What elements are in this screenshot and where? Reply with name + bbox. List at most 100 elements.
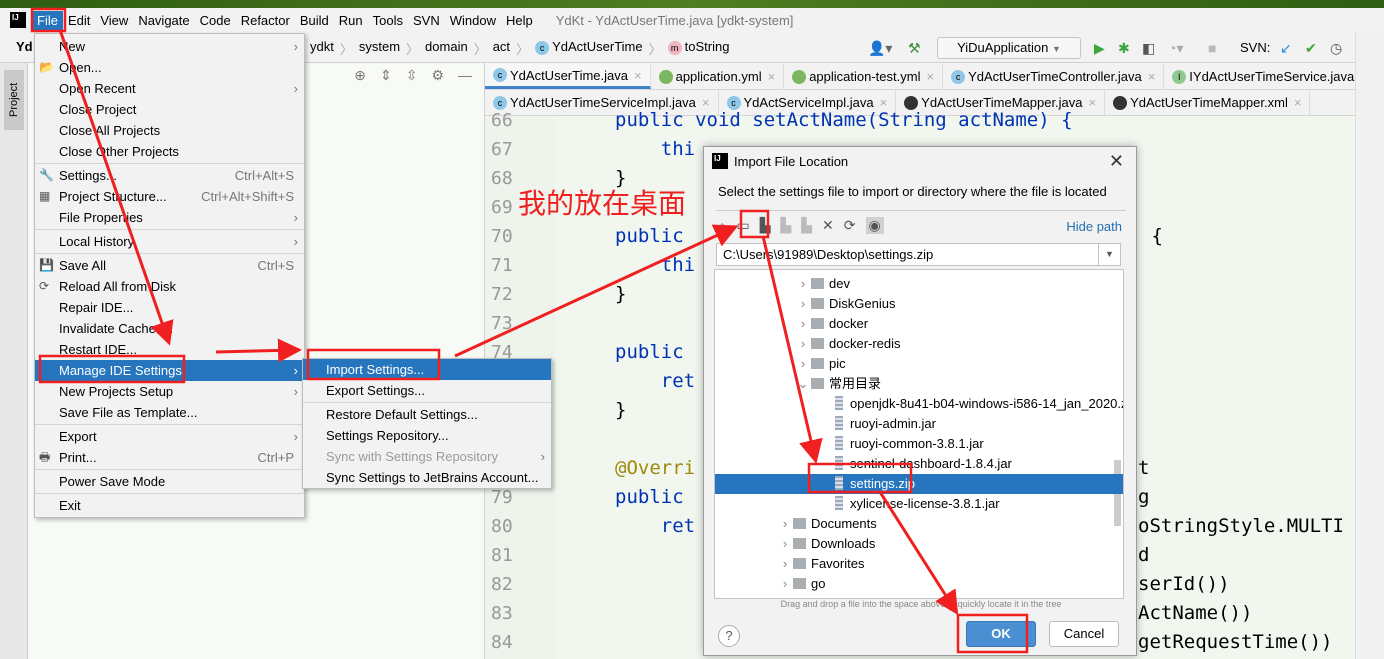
- menu-run[interactable]: Run: [334, 11, 368, 30]
- menu-item-save-file-as-template[interactable]: Save File as Template...: [35, 402, 304, 423]
- expand-all-icon[interactable]: ⇕: [380, 67, 392, 84]
- menu-svn[interactable]: SVN: [408, 11, 445, 30]
- menu-view[interactable]: View: [95, 11, 133, 30]
- tree-item[interactable]: › docker-redis: [715, 334, 1113, 354]
- tree-item[interactable]: › DiskGenius: [715, 294, 1113, 314]
- delete-icon[interactable]: ✕: [822, 217, 834, 234]
- menu-tools[interactable]: Tools: [368, 11, 408, 30]
- tree-item[interactable]: ⌄ 常用目录: [715, 374, 1113, 394]
- breadcrumb-item[interactable]: c YdActUserTime: [535, 39, 643, 58]
- tree-item[interactable]: sentinel-dashboard-1.8.4.jar: [715, 454, 1113, 474]
- new-folder-icon[interactable]: ▙: [801, 217, 812, 234]
- chevron-right-icon[interactable]: ›: [795, 294, 811, 314]
- menu-item-close-other-projects[interactable]: Close Other Projects: [35, 141, 304, 162]
- project-name[interactable]: Yd: [16, 39, 33, 54]
- path-input[interactable]: C:\Users\91989\Desktop\settings.zip ▼: [716, 243, 1121, 266]
- chevron-right-icon[interactable]: ›: [795, 314, 811, 334]
- chevron-right-icon[interactable]: ›: [795, 274, 811, 294]
- user-icon[interactable]: 👤▾: [868, 40, 892, 57]
- menu-item-repair-ide[interactable]: Repair IDE...: [35, 297, 304, 318]
- close-icon[interactable]: ✕: [1109, 151, 1124, 172]
- breadcrumb-item[interactable]: domain: [425, 39, 468, 58]
- tree-item[interactable]: › Documents: [715, 514, 1113, 534]
- tree-item[interactable]: › go: [715, 574, 1113, 594]
- menu-item-restore-default-settings[interactable]: Restore Default Settings...: [303, 404, 551, 425]
- menu-item-settings-repository[interactable]: Settings Repository...: [303, 425, 551, 446]
- menu-item-settings[interactable]: 🔧 Settings... Ctrl+Alt+S: [35, 165, 304, 186]
- menu-item-project-structure[interactable]: ▦ Project Structure... Ctrl+Alt+Shift+S: [35, 186, 304, 207]
- locate-icon[interactable]: ⊕: [354, 67, 366, 84]
- menu-file[interactable]: File: [32, 10, 63, 30]
- help-button[interactable]: ?: [718, 625, 740, 647]
- svn-commit-icon[interactable]: ✔: [1305, 40, 1317, 57]
- debug-icon[interactable]: ✱: [1118, 40, 1130, 57]
- hide-path-link[interactable]: Hide path: [1066, 219, 1122, 234]
- menu-item-manage-ide-settings[interactable]: Manage IDE Settings ›: [35, 360, 304, 381]
- menu-item-close-all-projects[interactable]: Close All Projects: [35, 120, 304, 141]
- coverage-icon[interactable]: ◧: [1142, 40, 1155, 57]
- menu-code[interactable]: Code: [195, 11, 236, 30]
- menu-window[interactable]: Window: [445, 11, 501, 30]
- menu-item-exit[interactable]: Exit: [35, 495, 304, 516]
- menu-refactor[interactable]: Refactor: [236, 11, 295, 30]
- run-icon[interactable]: ▶: [1094, 40, 1105, 57]
- menu-item-save-all[interactable]: 💾 Save All Ctrl+S: [35, 255, 304, 276]
- breadcrumb-item[interactable]: act: [493, 39, 510, 58]
- menu-item-export[interactable]: Export ›: [35, 426, 304, 447]
- svn-update-icon[interactable]: ↙: [1280, 40, 1292, 57]
- menu-navigate[interactable]: Navigate: [133, 11, 194, 30]
- tree-item[interactable]: xylicense-license-3.8.1.jar: [715, 494, 1113, 514]
- menu-item-print[interactable]: 🖶 Print... Ctrl+P: [35, 447, 304, 468]
- menu-item-power-save-mode[interactable]: Power Save Mode: [35, 471, 304, 492]
- tree-item[interactable]: › Favorites: [715, 554, 1113, 574]
- chevron-right-icon[interactable]: ›: [795, 354, 811, 374]
- history-icon[interactable]: ◷: [1330, 40, 1342, 57]
- menu-item-close-project[interactable]: Close Project: [35, 99, 304, 120]
- menu-help[interactable]: Help: [501, 11, 538, 30]
- profile-icon[interactable]: ◔▾: [1168, 40, 1183, 57]
- show-hidden-icon[interactable]: ◉: [865, 217, 884, 234]
- menu-item-open-recent[interactable]: Open Recent ›: [35, 78, 304, 99]
- close-tab-icon[interactable]: ×: [926, 69, 934, 84]
- close-tab-icon[interactable]: ×: [634, 68, 642, 83]
- stop-icon[interactable]: ■: [1208, 40, 1216, 56]
- menu-item-sync-settings-to-jetbrains-account[interactable]: Sync Settings to JetBrains Account...: [303, 467, 551, 488]
- project-folder-icon[interactable]: ▙: [760, 217, 771, 234]
- tree-item[interactable]: › pic: [715, 354, 1113, 374]
- menu-item-local-history[interactable]: Local History ›: [35, 231, 304, 252]
- menu-item-sync-with-settings-repository[interactable]: Sync with Settings Repository ›: [303, 446, 551, 467]
- run-configuration-select[interactable]: YiDuApplication ▼: [937, 37, 1081, 59]
- tree-item[interactable]: ruoyi-admin.jar: [715, 414, 1113, 434]
- menu-item-import-settings[interactable]: Import Settings...: [303, 359, 551, 380]
- tree-item[interactable]: ruoyi-common-3.8.1.jar: [715, 434, 1113, 454]
- menu-item-new[interactable]: New ›: [35, 36, 304, 57]
- tree-item[interactable]: › dev: [715, 274, 1113, 294]
- menu-item-new-projects-setup[interactable]: New Projects Setup ›: [35, 381, 304, 402]
- editor-tab[interactable]: YdActUserTimeMapper.xml ×: [1105, 90, 1311, 115]
- editor-tab[interactable]: IIYdActUserTimeService.java×: [1164, 64, 1377, 89]
- menu-edit[interactable]: Edit: [63, 11, 95, 30]
- menu-build[interactable]: Build: [295, 11, 334, 30]
- editor-tab[interactable]: application.yml ×: [651, 64, 785, 89]
- project-tool-tab[interactable]: Project: [4, 70, 24, 130]
- chevron-down-icon[interactable]: ⌄: [795, 374, 811, 394]
- editor-tab[interactable]: c YdActUserTime.java ×: [485, 64, 651, 89]
- cancel-button[interactable]: Cancel: [1049, 621, 1119, 647]
- breadcrumb-item[interactable]: ydkt: [310, 39, 334, 58]
- tree-item[interactable]: openjdk-8u41-b04-windows-i586-14_jan_202…: [715, 394, 1123, 414]
- chevron-right-icon[interactable]: ›: [777, 574, 793, 594]
- chevron-right-icon[interactable]: ›: [777, 514, 793, 534]
- build-hammer-icon[interactable]: ⚒: [908, 40, 921, 57]
- close-tab-icon[interactable]: ×: [768, 69, 776, 84]
- menu-item-restart-ide[interactable]: Restart IDE...: [35, 339, 304, 360]
- editor-tab[interactable]: c YdActUserTimeController.java ×: [943, 64, 1165, 89]
- desktop-icon[interactable]: ▭: [736, 217, 749, 234]
- collapse-all-icon[interactable]: ⇳: [406, 67, 418, 84]
- tree-item[interactable]: › docker: [715, 314, 1113, 334]
- chevron-right-icon[interactable]: ›: [795, 334, 811, 354]
- module-folder-icon[interactable]: ▙: [780, 217, 791, 234]
- refresh-icon[interactable]: ⟳: [844, 217, 856, 234]
- file-tree[interactable]: › dev › DiskGenius › docker › docker-redis › pic ⌄…: [714, 269, 1124, 599]
- close-tab-icon[interactable]: ×: [1148, 69, 1156, 84]
- ok-button[interactable]: OK: [966, 621, 1036, 647]
